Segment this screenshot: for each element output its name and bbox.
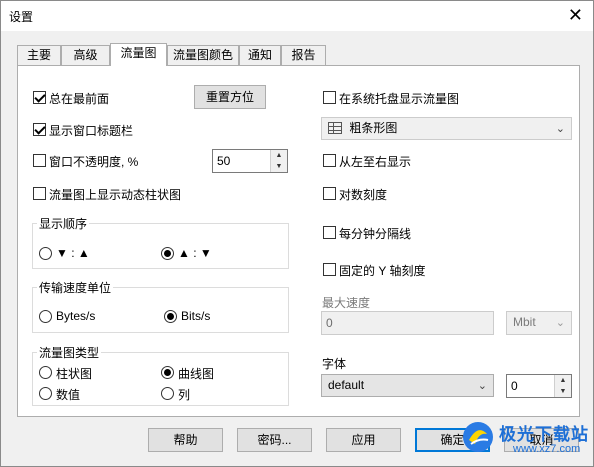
opacity-stepper[interactable]: ▲ ▼ [270,150,287,172]
bytes-label: Bytes/s [56,309,96,323]
numeric-radio[interactable] [39,387,52,400]
font-size-value: 0 [511,379,518,393]
spin-up-icon[interactable]: ▲ [271,150,287,161]
spin-down-icon[interactable]: ▼ [555,386,571,397]
bar-style-select[interactable]: 粗条形图 ⌄ [321,117,572,140]
font-select[interactable]: default ⌄ [321,374,494,397]
fixed-y-label: 固定的 Y 轴刻度 [339,264,426,278]
fixed-y-checkbox[interactable] [323,263,336,276]
spin-up-icon[interactable]: ▲ [555,375,571,386]
max-speed-value: 0 [326,316,333,330]
chevron-down-icon: ⌄ [555,317,565,329]
watermark-url: www.xz7.com [513,443,581,455]
left-to-right-checkbox[interactable] [323,154,336,167]
tray-graph-label: 在系统托盘显示流量图 [339,92,460,106]
log-scale-checkbox[interactable] [323,187,336,200]
bar-chart-label: 柱状图 [56,367,93,381]
window-title: 设置 [9,10,34,24]
watermark: 极光下载站 www.xz7.com [461,416,591,464]
bits-label: Bits/s [181,309,211,323]
dynamic-bar-label: 流量图上显示动态柱状图 [49,188,182,202]
watermark-brand: 极光下载站 [499,425,589,444]
always-on-top-checkbox[interactable] [33,91,46,104]
bar-style-value: 粗条形图 [349,121,398,135]
font-value: default [328,378,365,392]
order-up-down-radio[interactable] [161,247,174,260]
show-title-bar-label: 显示窗口标题栏 [49,124,134,138]
curve-chart-label: 曲线图 [178,367,215,381]
dynamic-bar-checkbox[interactable] [33,187,46,200]
minute-separator-checkbox[interactable] [323,226,336,239]
order-down-up-label: ▼ : ▲ [56,246,90,260]
always-on-top-label: 总在最前面 [49,92,110,106]
chevron-down-icon: ⌄ [555,123,565,135]
tab-advanced[interactable]: 高级 [61,45,110,65]
graph-type-title: 流量图类型 [37,344,102,361]
curve-chart-radio[interactable] [161,366,174,379]
max-speed-label: 最大速度 [322,296,371,310]
title-bar: 设置 ✕ [1,1,593,31]
numeric-label: 数值 [56,388,81,402]
apply-button[interactable]: 应用 [326,428,401,452]
speed-unit-title: 传输速度单位 [37,279,114,296]
tab-main[interactable]: 主要 [17,45,61,65]
max-speed-input[interactable]: 0 [321,311,494,335]
left-to-right-label: 从左至右显示 [339,155,412,169]
column-label: 列 [178,388,191,402]
tab-notifications[interactable]: 通知 [239,45,281,65]
bytes-radio[interactable] [39,310,52,323]
password-button[interactable]: 密码... [237,428,312,452]
tab-reports[interactable]: 报告 [281,45,326,65]
bits-radio[interactable] [164,310,177,323]
opacity-label: 窗口不透明度, % [49,155,139,169]
close-icon[interactable]: ✕ [568,5,583,25]
help-button[interactable]: 帮助 [148,428,223,452]
bar-chart-radio[interactable] [39,366,52,379]
font-label: 字体 [322,357,347,371]
chevron-down-icon: ⌄ [477,380,487,392]
tab-graph-colors[interactable]: 流量图颜色 [167,45,239,65]
log-scale-label: 对数刻度 [339,188,388,202]
order-up-down-label: ▲ : ▼ [178,246,212,260]
display-order-title: 显示顺序 [37,215,90,232]
minute-separator-label: 每分钟分隔线 [339,227,412,241]
watermark-logo-icon [463,422,493,452]
opacity-value: 50 [217,154,231,168]
tray-graph-checkbox[interactable] [323,91,336,104]
font-size-stepper[interactable]: ▲ ▼ [554,375,571,397]
settings-window: 设置 ✕ 主要 高级 流量图 流量图颜色 通知 报告 总在最前面 重置方位 显示… [0,0,594,467]
speed-unit-select[interactable]: Mbit ⌄ [506,311,572,335]
tab-graph[interactable]: 流量图 [110,43,167,66]
show-title-bar-checkbox[interactable] [33,123,46,136]
spin-down-icon[interactable]: ▼ [271,161,287,172]
opacity-checkbox[interactable] [33,154,46,167]
reset-position-button[interactable]: 重置方位 [194,85,266,109]
bar-style-icon [328,122,342,134]
column-radio[interactable] [161,387,174,400]
speed-unit-value: Mbit [513,315,536,329]
order-down-up-radio[interactable] [39,247,52,260]
